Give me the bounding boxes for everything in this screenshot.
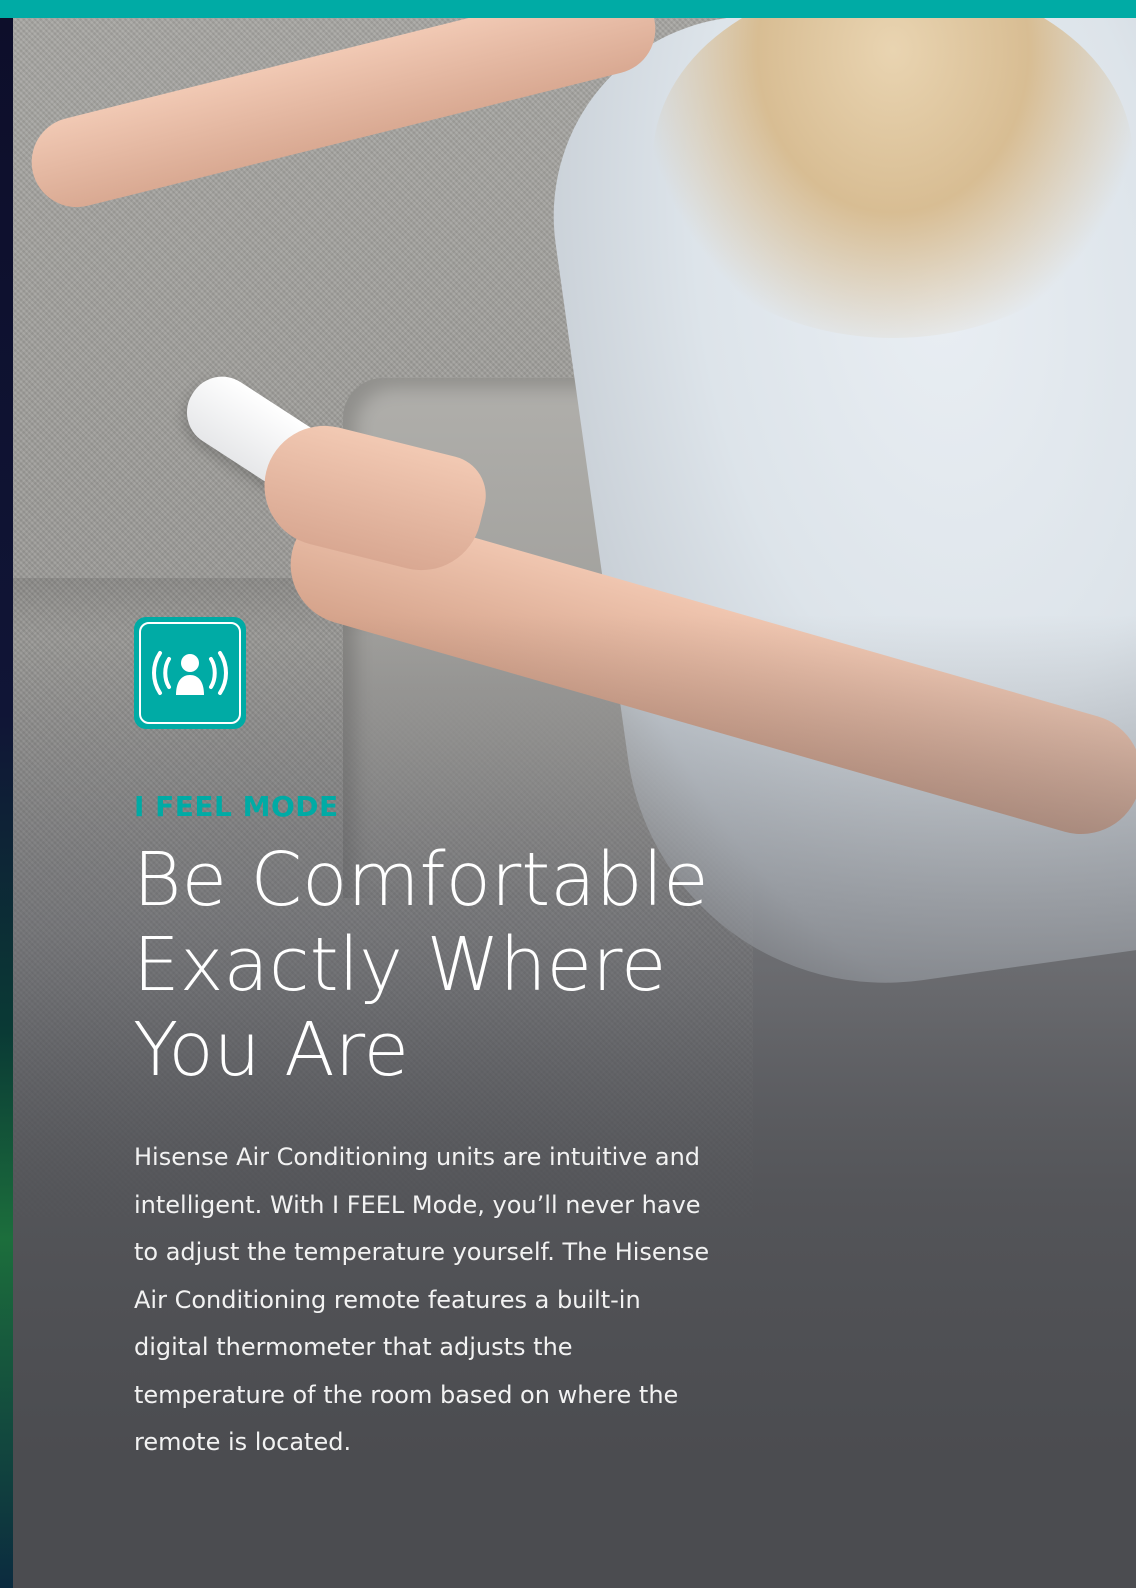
feature-description: Hisense Air Conditioning units are intui… [134,1143,710,1456]
left-edge-strip [0,0,13,1588]
feature-eyebrow: I FEEL MODE [134,790,339,823]
headline-line-1: Be Comfortable [133,837,709,923]
headline-line-2: Exactly Where [133,922,667,1008]
top-accent-bar [0,0,1136,18]
i-feel-person-signal-icon [152,651,228,695]
feature-headline: Be Comfortable Exactly Where You Are [133,838,833,1093]
headline-line-3: You Are [133,1007,410,1093]
i-feel-mode-badge [134,617,246,729]
